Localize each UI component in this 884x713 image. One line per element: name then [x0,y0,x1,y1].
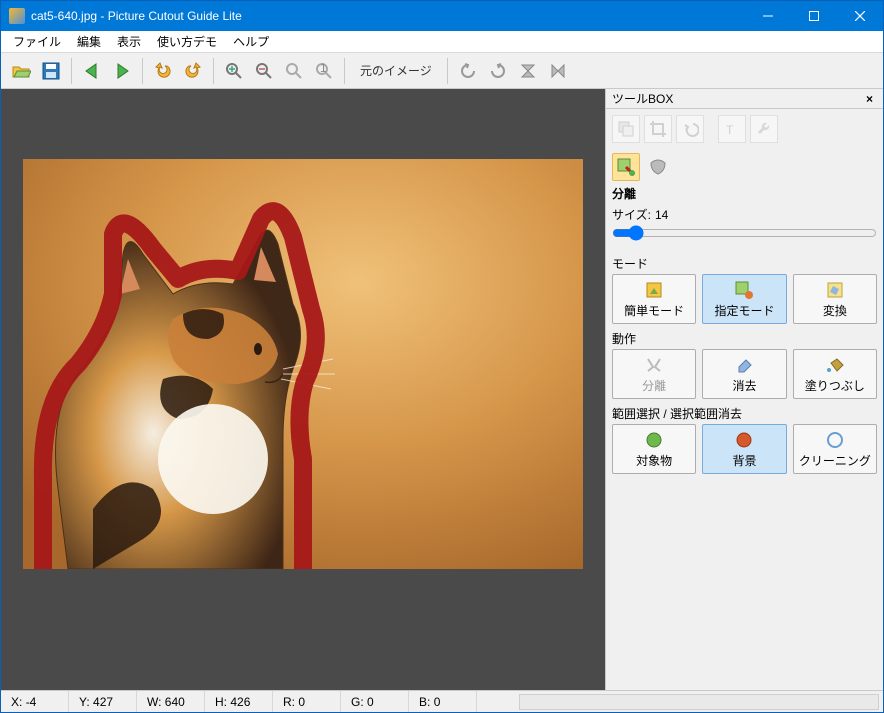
zoom-out-button[interactable] [250,57,278,85]
main-toolbar: 1 元のイメージ [1,53,883,89]
menu-demo[interactable]: 使い方デモ [149,31,225,52]
range-background-button[interactable]: 背景 [702,424,786,474]
mode-transform-label: 変換 [823,302,847,319]
menu-bar: ファイル 編集 表示 使い方デモ ヘルプ [1,31,883,53]
canvas-area[interactable] [1,89,605,690]
window-title: cat5-640.jpg - Picture Cutout Guide Lite [31,9,745,23]
status-x: X: -4 [1,691,69,712]
mode-specified-label: 指定モード [714,302,774,319]
size-value: 14 [655,208,668,222]
tool-wrench-icon[interactable] [750,115,778,143]
menu-view[interactable]: 表示 [109,31,149,52]
toolbox-panel: ツールBOX × T 分離 サイズ: 14 モード [605,89,883,690]
open-button[interactable] [7,57,35,85]
status-g: G: 0 [341,691,409,712]
tool-layer-icon[interactable] [612,115,640,143]
mode-specified-button[interactable]: 指定モード [702,274,786,324]
svg-text:1: 1 [320,61,327,75]
maximize-button[interactable] [791,1,837,31]
size-slider[interactable] [612,225,877,241]
mode-group-label: モード [612,255,877,272]
app-icon [9,8,25,24]
workspace: ツールBOX × T 分離 サイズ: 14 モード [1,89,883,690]
image-canvas[interactable] [23,159,583,569]
action-erase-label: 消去 [732,377,756,394]
minimize-button[interactable] [745,1,791,31]
action-fill-button[interactable]: 塗りつぶし [793,349,877,399]
tool-separate-icon[interactable] [612,153,640,181]
tool-mask-icon[interactable] [644,153,672,181]
zoom-in-button[interactable] [220,57,248,85]
status-b: B: 0 [409,691,477,712]
range-object-label: 対象物 [636,452,672,469]
toolbox-close-button[interactable]: × [862,92,877,106]
rotate-cw-button[interactable] [484,57,512,85]
mode-simple-button[interactable]: 簡単モード [612,274,696,324]
action-fill-label: 塗りつぶし [805,377,865,394]
svg-text:T: T [726,123,734,137]
mode-simple-label: 簡単モード [624,302,684,319]
toolbox-header: ツールBOX × [606,89,883,109]
range-object-button[interactable]: 対象物 [612,424,696,474]
prev-button[interactable] [78,57,106,85]
size-label: サイズ: [612,206,651,223]
undo-button[interactable] [149,57,177,85]
flip-vertical-button[interactable] [514,57,542,85]
range-group-label: 範囲選択 / 選択範囲消去 [612,405,877,422]
tool-text-icon[interactable]: T [718,115,746,143]
original-image-button[interactable]: 元のイメージ [351,57,441,85]
horizontal-scrollbar[interactable] [519,694,879,710]
close-button[interactable] [837,1,883,31]
range-cleaning-button[interactable]: クリーニング [793,424,877,474]
zoom-actual-button[interactable]: 1 [310,57,338,85]
mode-transform-button[interactable]: 変換 [793,274,877,324]
status-r: R: 0 [273,691,341,712]
tool-undo-icon[interactable] [676,115,704,143]
action-separate-button[interactable]: 分離 [612,349,696,399]
next-button[interactable] [108,57,136,85]
menu-file[interactable]: ファイル [5,31,69,52]
action-separate-label: 分離 [642,377,666,394]
action-group-label: 動作 [612,330,877,347]
range-background-label: 背景 [732,452,756,469]
title-bar: cat5-640.jpg - Picture Cutout Guide Lite [1,1,883,31]
status-bar: X: -4 Y: 427 W: 640 H: 426 R: 0 G: 0 B: … [1,690,883,712]
redo-button[interactable] [179,57,207,85]
menu-help[interactable]: ヘルプ [225,31,277,52]
range-cleaning-label: クリーニング [799,452,871,469]
status-y: Y: 427 [69,691,137,712]
status-h: H: 426 [205,691,273,712]
tool-crop-icon[interactable] [644,115,672,143]
menu-edit[interactable]: 編集 [69,31,109,52]
status-w: W: 640 [137,691,205,712]
toolbox-title: ツールBOX [612,90,862,107]
rotate-ccw-button[interactable] [454,57,482,85]
action-erase-button[interactable]: 消去 [702,349,786,399]
zoom-fit-button[interactable] [280,57,308,85]
section-separate-title: 分離 [612,185,877,202]
save-button[interactable] [37,57,65,85]
flip-horizontal-button[interactable] [544,57,572,85]
